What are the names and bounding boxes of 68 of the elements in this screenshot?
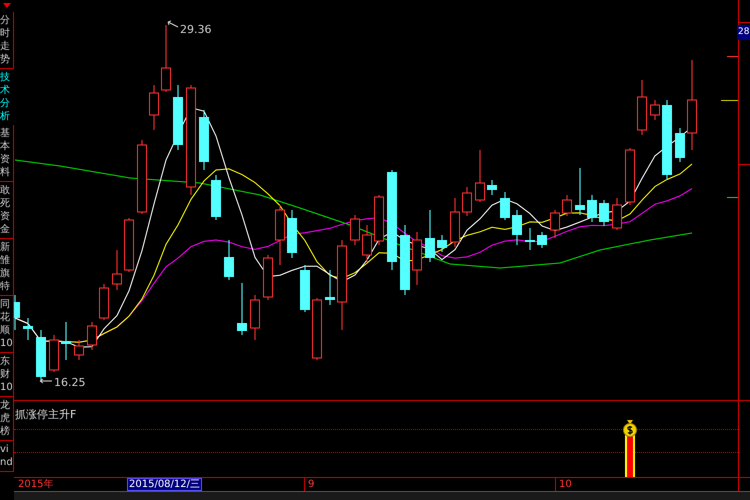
candlestick xyxy=(23,318,33,340)
candlestick xyxy=(74,340,84,360)
candlestick xyxy=(599,200,609,226)
candlestick xyxy=(14,294,20,330)
candlestick xyxy=(437,234,447,252)
year-label: 2015年 xyxy=(18,478,54,492)
sidebar-tab[interactable]: 龙虎榜 xyxy=(0,397,14,441)
sidebar-tab[interactable]: 敢死资金 xyxy=(0,182,14,239)
sidebar-tab[interactable]: 技术分析 xyxy=(0,69,14,125)
candlestick xyxy=(612,198,622,230)
candlestick xyxy=(450,198,460,248)
candlestick xyxy=(425,210,435,262)
candlestick xyxy=(350,214,360,246)
candlestick xyxy=(587,194,597,222)
price-label: 29.36 xyxy=(180,23,212,36)
candlestick xyxy=(525,228,535,250)
candlestick xyxy=(161,24,171,92)
indicator-title: 抓涨停主升F xyxy=(15,407,76,422)
candlestick xyxy=(275,204,285,266)
candlestick xyxy=(475,150,485,202)
leader-line xyxy=(168,20,178,28)
candlestick xyxy=(575,168,585,216)
dropdown-arrow-icon[interactable] xyxy=(0,0,14,10)
candlestick xyxy=(49,334,59,372)
candlestick xyxy=(550,210,560,238)
price-label: 16.25 xyxy=(54,376,86,389)
sidebar-tab[interactable]: 分时走势 xyxy=(0,12,14,69)
candlestick xyxy=(325,270,335,306)
candlestick xyxy=(99,284,109,320)
candlestick xyxy=(36,330,46,380)
candlestick xyxy=(637,80,647,136)
cursor-date-label: 2015/08/12/三 xyxy=(127,478,202,492)
candlestick xyxy=(112,250,122,290)
candlestick xyxy=(149,84,159,130)
candlestick xyxy=(625,148,635,206)
sidebar-tab[interactable]: 东财10 xyxy=(0,353,14,397)
price-tag: 28 xyxy=(737,25,750,40)
candlestick xyxy=(650,100,660,120)
leader-line xyxy=(40,378,52,384)
candlestick xyxy=(250,294,260,340)
sidebar-tab[interactable]: 新雏旗特 xyxy=(0,239,14,296)
candlestick xyxy=(211,174,221,220)
candlestick xyxy=(537,232,547,248)
candlestick xyxy=(87,322,97,350)
candlestick xyxy=(500,192,510,220)
candlestick xyxy=(199,110,209,170)
candlestick xyxy=(300,264,310,312)
money-bag-icon xyxy=(622,419,638,437)
candlestick xyxy=(61,322,71,360)
candlestick xyxy=(362,224,372,262)
candlestick xyxy=(675,128,685,162)
candlestick xyxy=(237,282,247,336)
candlestick xyxy=(173,84,183,150)
sidebar-tab[interactable]: vind xyxy=(0,441,14,472)
candlestick xyxy=(374,194,384,246)
candlestick xyxy=(287,210,297,258)
sidebar-tab[interactable]: 基本资料 xyxy=(0,125,14,182)
candlestick xyxy=(562,194,572,216)
candlestick xyxy=(412,232,422,286)
signal-bar xyxy=(625,435,635,478)
candlestick xyxy=(462,186,472,216)
candlestick xyxy=(487,180,497,196)
candlestick xyxy=(400,224,410,296)
candlestick xyxy=(263,254,273,300)
candlestick xyxy=(224,240,234,280)
candlestick xyxy=(512,210,522,246)
candlestick xyxy=(124,218,134,272)
candlestick xyxy=(312,298,322,360)
